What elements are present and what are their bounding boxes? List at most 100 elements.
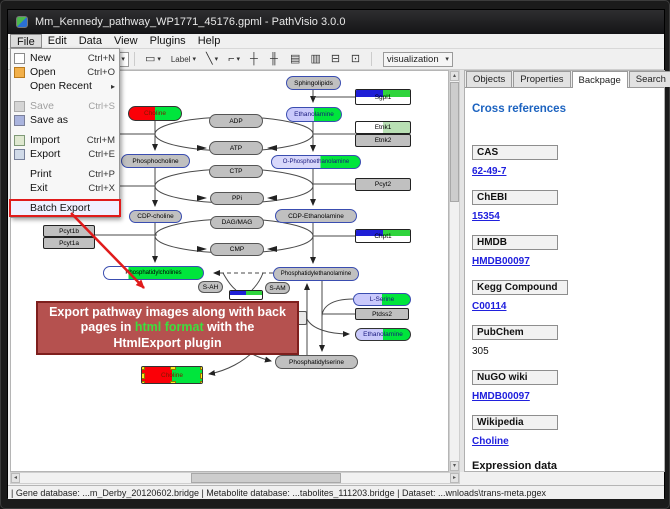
menu-item-new[interactable]: New Ctrl+N bbox=[11, 51, 119, 65]
scroll-right-icon[interactable]: ▸ bbox=[450, 473, 459, 483]
line-tool-button[interactable]: ╲▾ bbox=[203, 51, 221, 67]
chevron-down-icon[interactable]: ▾ bbox=[157, 55, 161, 63]
menu-item-open-recent[interactable]: Open Recent▸ bbox=[11, 79, 119, 93]
export-icon bbox=[14, 149, 25, 160]
selection-handle[interactable] bbox=[141, 373, 145, 379]
menu-item-shortcut: Ctrl+N bbox=[88, 53, 115, 64]
menubar-item-view[interactable]: View bbox=[108, 34, 144, 48]
node-label: S-AM bbox=[269, 285, 285, 292]
match-height-button[interactable]: ⊡ bbox=[348, 51, 364, 67]
pathway-node-dag-mag[interactable]: DAG/MAG bbox=[210, 216, 264, 229]
pathway-node-pcyt1b[interactable]: Pcyt1b bbox=[43, 225, 95, 237]
selection-handle[interactable] bbox=[141, 381, 145, 384]
align-center-y-icon: ╫ bbox=[270, 54, 278, 65]
pathway-node-atp[interactable]: ATP bbox=[209, 141, 263, 155]
pathway-node-sphingolipids[interactable]: Sphingolipids bbox=[286, 76, 341, 90]
pathway-node-pemt-hidden[interactable] bbox=[229, 290, 263, 300]
pathway-node-phosphatidylcholines[interactable]: Phosphatidylcholines bbox=[103, 266, 204, 280]
xref-link-hmdb[interactable]: HMDB00097 bbox=[472, 256, 664, 267]
pathway-node-ppi[interactable]: PPi bbox=[210, 192, 264, 205]
selection-handle[interactable] bbox=[200, 373, 203, 379]
pathway-node-s-ah[interactable]: S-AH bbox=[198, 281, 223, 293]
selection-handle[interactable] bbox=[170, 366, 176, 370]
pathway-node-pcyt1a[interactable]: Pcyt1a bbox=[43, 237, 95, 249]
node-label: Etnk2 bbox=[375, 137, 392, 144]
scroll-up-icon[interactable]: ▴ bbox=[450, 71, 459, 81]
menubar-item-data[interactable]: Data bbox=[73, 34, 108, 48]
menubar-item-help[interactable]: Help bbox=[192, 34, 227, 48]
pathway-node-l-serine[interactable]: L-Serine bbox=[353, 293, 411, 306]
pathway-node-cmp[interactable]: CMP bbox=[210, 243, 264, 256]
connector-tool-button[interactable]: ⌐▾ bbox=[225, 51, 243, 67]
label-tool-button[interactable]: Label▾ bbox=[168, 51, 199, 67]
pathway-node-choline-top[interactable]: Choline bbox=[128, 106, 182, 121]
node-label: Pcyt1b bbox=[59, 228, 79, 235]
menu-item-open[interactable]: OpenCtrl+O bbox=[11, 65, 119, 79]
menu-item-export[interactable]: ExportCtrl+E bbox=[11, 147, 119, 161]
chevron-down-icon[interactable]: ▾ bbox=[237, 55, 241, 63]
label-tool-icon: Label bbox=[171, 54, 191, 65]
distribute-cols-button[interactable]: ▥ bbox=[307, 51, 323, 67]
pathway-node-phosphocholine[interactable]: Phosphocholine bbox=[121, 154, 190, 168]
pathway-node-adp[interactable]: ADP bbox=[209, 114, 263, 128]
tab-backpage[interactable]: Backpage bbox=[572, 71, 628, 88]
menubar-item-plugins[interactable]: Plugins bbox=[144, 34, 192, 48]
menubar-item-file[interactable]: File bbox=[10, 34, 42, 48]
pathway-node-phosphatidylethanolamine[interactable]: Phosphatidylethanolamine bbox=[273, 267, 359, 281]
visualization-combobox[interactable]: visualization ▾ bbox=[383, 52, 453, 67]
tab-objects[interactable]: Objects bbox=[466, 71, 512, 87]
align-center-x-button[interactable]: ┼ bbox=[247, 51, 263, 67]
selection-handle[interactable] bbox=[141, 366, 145, 370]
pathway-node-etnk1[interactable]: Etnk1 bbox=[355, 121, 411, 134]
xref-link-cas[interactable]: 62-49-7 bbox=[472, 166, 664, 177]
pathway-node-cdp-ethanolamine[interactable]: CDP-Ethanolamine bbox=[275, 209, 357, 223]
menu-item-save-as[interactable]: Save as bbox=[11, 113, 119, 127]
menu-item-exit[interactable]: ExitCtrl+X bbox=[11, 181, 119, 195]
menu-item-save[interactable]: SaveCtrl+S bbox=[11, 99, 119, 113]
pathway-node-s-am[interactable]: S-AM bbox=[265, 282, 290, 294]
pathway-node-cdp-choline[interactable]: CDP-choline bbox=[129, 210, 182, 223]
xref-link-chebi[interactable]: 15354 bbox=[472, 211, 664, 222]
menu-item-import[interactable]: ImportCtrl+M bbox=[11, 133, 119, 147]
pathway-node-ethanolamine-top[interactable]: Ethanolamine bbox=[286, 107, 342, 122]
match-height-icon: ⊡ bbox=[351, 54, 360, 65]
align-center-y-button[interactable]: ╫ bbox=[267, 51, 283, 67]
title-bar[interactable]: Mm_Kennedy_pathway_WP1771_45176.gpml - P… bbox=[8, 10, 664, 34]
canvas-horizontal-scrollbar[interactable]: ◂ ▸ bbox=[10, 472, 460, 484]
xref-link-wikipedia[interactable]: Choline bbox=[472, 436, 664, 447]
match-width-button[interactable]: ⊟ bbox=[328, 51, 344, 67]
pathway-node-etnk2[interactable]: Etnk2 bbox=[355, 134, 411, 147]
chevron-down-icon[interactable]: ▾ bbox=[215, 55, 219, 63]
tab-search[interactable]: Search bbox=[629, 71, 670, 87]
pathway-node-o-phosphoethanolamine[interactable]: O-Phosphoethanolamine bbox=[271, 155, 361, 169]
save-icon bbox=[14, 115, 25, 126]
menubar-item-edit[interactable]: Edit bbox=[42, 34, 73, 48]
distribute-rows-button[interactable]: ▤ bbox=[287, 51, 303, 67]
pathway-node-phosphatidylserine[interactable]: Phosphatidylserine bbox=[275, 355, 358, 369]
pathway-node-ethanolamine-bottom[interactable]: Ethanolamine bbox=[355, 328, 411, 341]
canvas-vertical-scrollbar[interactable]: ▴ ▾ bbox=[449, 70, 460, 472]
scroll-left-icon[interactable]: ◂ bbox=[11, 473, 20, 483]
pathway-node-choline-selected[interactable]: Choline bbox=[141, 366, 203, 384]
chevron-down-icon[interactable]: ▾ bbox=[192, 55, 196, 63]
menu-item-batch-export[interactable]: Batch Export bbox=[11, 201, 119, 215]
pathway-node-ptdss2[interactable]: Ptdss2 bbox=[355, 308, 409, 320]
tab-properties[interactable]: Properties bbox=[513, 71, 570, 87]
vertical-scroll-thumb[interactable] bbox=[450, 82, 459, 202]
datanode-tool-button[interactable]: ▭▾ bbox=[142, 51, 164, 67]
tool-button-group: ▭▾Label▾╲▾⌐▾┼╫▤▥⊟⊡ bbox=[140, 51, 366, 67]
pathway-node-ctp[interactable]: CTP bbox=[209, 165, 263, 178]
menu-item-label: New bbox=[30, 52, 84, 64]
pathway-node-pcyt2[interactable]: Pcyt2 bbox=[355, 178, 411, 191]
selection-handle[interactable] bbox=[170, 381, 176, 384]
menu-item-label: Import bbox=[30, 134, 83, 146]
status-text: | Gene database: ...m_Derby_20120602.bri… bbox=[11, 488, 546, 498]
menu-item-print[interactable]: PrintCtrl+P bbox=[11, 167, 119, 181]
scroll-down-icon[interactable]: ▾ bbox=[450, 461, 459, 471]
pathway-node-chpt1[interactable]: Chpt1 bbox=[355, 229, 411, 243]
horizontal-scroll-thumb[interactable] bbox=[191, 473, 341, 483]
pathway-node-sgpl1[interactable]: Sgpl1 bbox=[355, 89, 411, 105]
xref-link-nugo-wiki[interactable]: HMDB00097 bbox=[472, 391, 664, 402]
xref-link-kegg-compound[interactable]: C00114 bbox=[472, 301, 664, 312]
selection-handle[interactable] bbox=[200, 366, 203, 370]
